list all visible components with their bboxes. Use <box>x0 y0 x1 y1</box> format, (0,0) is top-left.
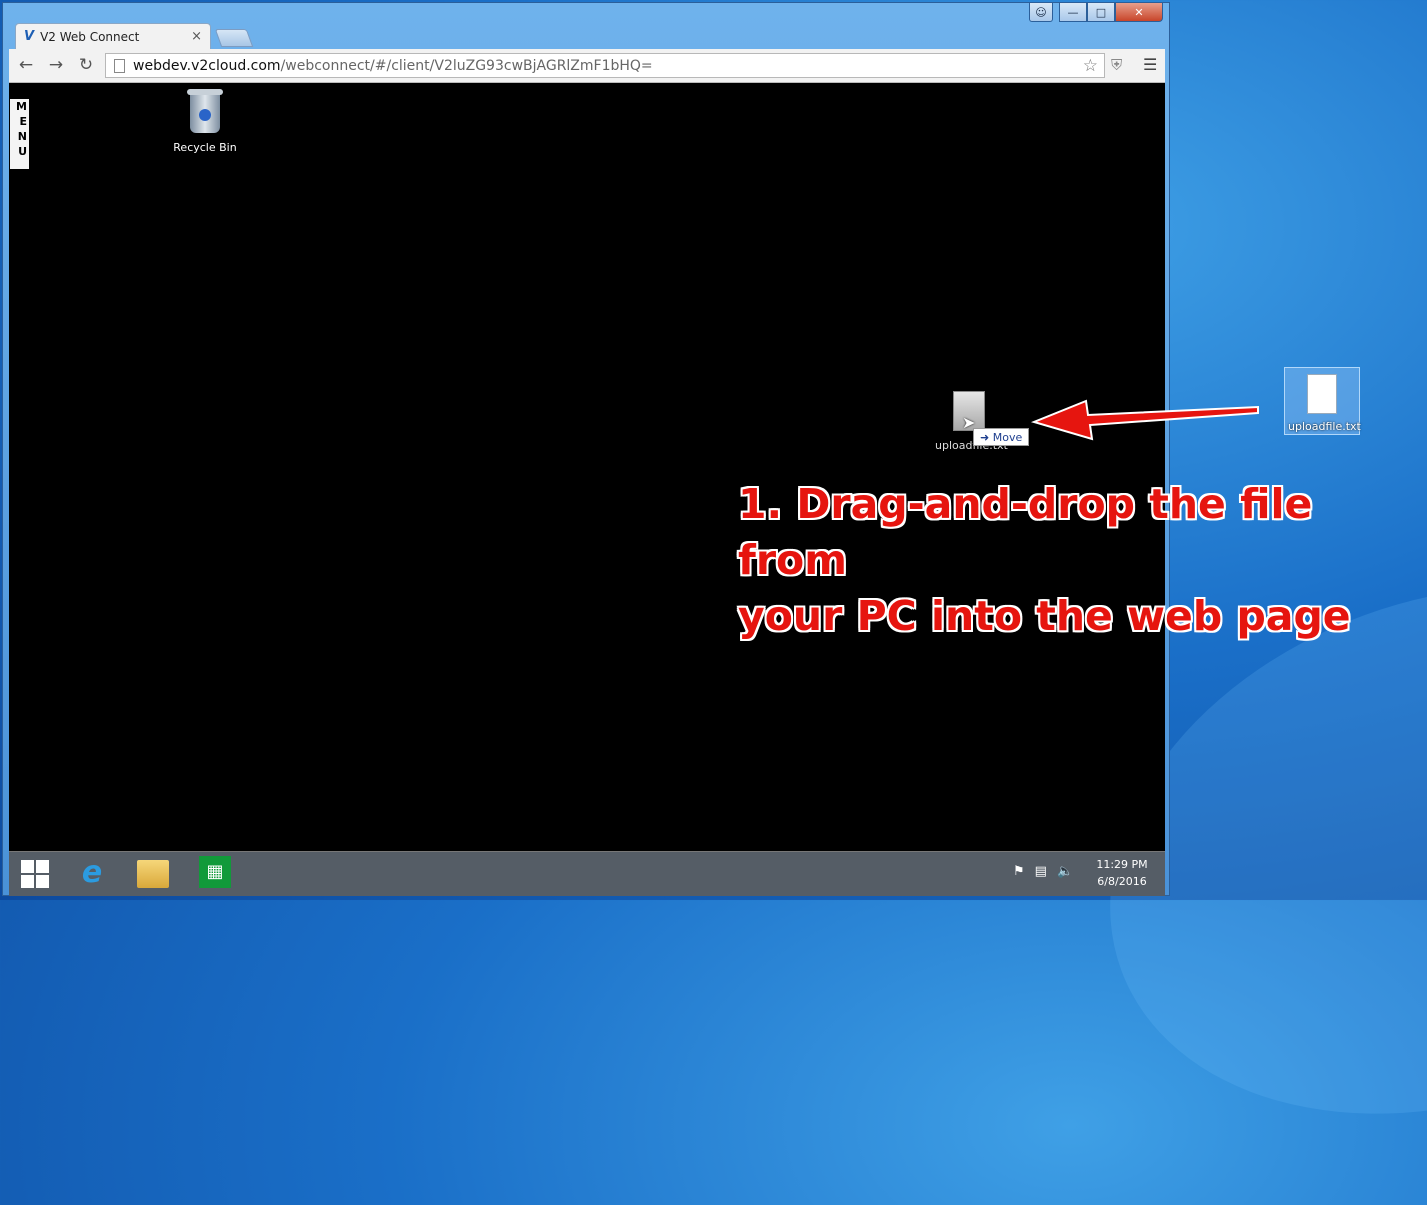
v2-favicon-icon: V <box>24 29 35 44</box>
new-tab-button[interactable] <box>214 29 254 47</box>
taskbar-clock[interactable]: 11:29 PM 6/8/2016 <box>1085 856 1159 890</box>
volume-icon[interactable]: 🔈 <box>1057 864 1073 879</box>
tab-v2-web-connect[interactable]: V V2 Web Connect × <box>15 23 211 49</box>
menu-icon[interactable]: ☰ <box>1143 55 1157 74</box>
url-path: /webconnect/#/client/V2luZG93cwBjAGRlZmF… <box>280 57 653 74</box>
recycle-bin-icon <box>187 89 223 133</box>
forward-icon[interactable]: → <box>45 55 67 75</box>
remote-taskbar: e ▦ ⚑ ▤ 🔈 11:29 PM 6/8/2016 <box>9 851 1165 896</box>
move-tooltip: ➜ Move <box>973 428 1030 446</box>
windows-start-icon[interactable] <box>21 860 49 888</box>
menu-letter: N <box>17 130 27 143</box>
url-host: webdev.v2cloud.com <box>133 57 281 74</box>
network-icon[interactable]: ▤ <box>1035 864 1047 879</box>
shield-icon[interactable]: ⛨ <box>1111 56 1122 74</box>
tab-title: V2 Web Connect <box>40 29 140 44</box>
drag-arrow-icon <box>1030 399 1259 441</box>
maximize-button[interactable]: □ <box>1087 3 1115 22</box>
close-button[interactable]: ✕ <box>1115 3 1163 22</box>
remote-menu-strip[interactable]: M E N U <box>10 99 29 169</box>
move-tooltip-label: Move <box>992 430 1023 444</box>
recycle-bin-label: Recycle Bin <box>173 141 237 154</box>
annotation-line-1: 1. Drag-and-drop the file from <box>738 480 1313 584</box>
page-icon <box>114 58 125 73</box>
clock-time: 11:29 PM <box>1096 858 1148 871</box>
instruction-annotation: 1. Drag-and-drop the file from your PC i… <box>738 476 1378 644</box>
minimize-button[interactable]: — <box>1059 3 1087 22</box>
host-file-label: uploadfile.txt <box>1288 420 1361 433</box>
browser-toolbar: ← → ↻ webdev.v2cloud.com/webconnect/#/cl… <box>9 49 1165 83</box>
user-icon[interactable]: ☺ <box>1029 3 1053 22</box>
annotation-line-2: your PC into the web page <box>738 592 1351 640</box>
star-icon[interactable]: ☆ <box>1083 56 1098 76</box>
move-arrow-icon: ➜ <box>980 430 993 444</box>
action-center-flag-icon[interactable]: ⚑ <box>1013 864 1025 879</box>
tab-close-icon[interactable]: × <box>191 29 202 44</box>
menu-letter: E <box>19 115 27 128</box>
browser-window: ☺ — □ ✕ V V2 Web Connect × ← → ↻ webdev.… <box>2 2 1170 896</box>
menu-letter: U <box>18 145 27 158</box>
text-document-icon <box>1307 374 1337 414</box>
menu-letter: M <box>16 100 27 113</box>
reload-icon[interactable]: ↻ <box>75 55 97 75</box>
file-explorer-icon[interactable] <box>137 860 169 888</box>
store-icon[interactable]: ▦ <box>199 856 231 888</box>
system-tray: ⚑ ▤ 🔈 <box>1013 864 1073 879</box>
clock-date: 6/8/2016 <box>1097 875 1147 888</box>
window-controls: ☺ — □ ✕ <box>1029 3 1163 22</box>
remote-desktop[interactable]: M E N U Recycle Bin ➤ uploadfile.txt ➜ M… <box>9 83 1165 896</box>
recycle-bin[interactable]: Recycle Bin <box>165 89 245 154</box>
address-bar[interactable]: webdev.v2cloud.com/webconnect/#/client/V… <box>105 53 1105 78</box>
internet-explorer-icon[interactable]: e <box>75 855 109 890</box>
back-icon[interactable]: ← <box>15 55 37 75</box>
tab-strip: V V2 Web Connect × <box>15 23 715 49</box>
